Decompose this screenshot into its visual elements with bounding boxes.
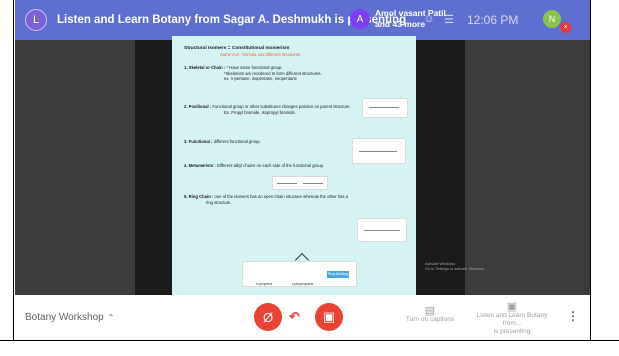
meeting-details-button[interactable]: Botany Workshop ⌃ — [25, 312, 114, 323]
functional-isomer-diagram — [272, 176, 328, 190]
slide-item: 5. Ring Chain : one of the isomers has a… — [184, 194, 349, 205]
slide-item: 1. Skeletal or Chain : * Have same funct… — [184, 65, 322, 82]
more-options-icon[interactable]: ⋮ — [567, 309, 579, 323]
self-avatar: N — [543, 10, 561, 28]
captions-button[interactable]: ▤ Turn on captions — [385, 305, 475, 324]
chevron-up-icon: ⌃ — [107, 313, 115, 322]
presenting-button[interactable]: ▣ Listen and Learn Botany from... is pre… — [467, 301, 557, 336]
present-screen-icon: ▣ — [506, 301, 518, 313]
phone-hangup-icon: ↶ — [289, 309, 300, 324]
people-icon[interactable]: ☺ — [421, 12, 437, 26]
shared-slide: Structural Isomers = Constitutional Isom… — [172, 36, 416, 299]
metamer-diagram — [357, 218, 407, 242]
camera-toggle-button[interactable]: ▣ — [315, 303, 343, 331]
positional-isomer-diagram — [352, 138, 406, 164]
mic-off-icon: Ø — [262, 309, 274, 325]
ring-caption-left: n-propene — [256, 282, 273, 286]
bottom-control-bar: Botany Workshop ⌃ Ø ↶ ▣ ▤ Turn on caption… — [15, 295, 590, 340]
captions-icon: ▤ — [424, 305, 436, 317]
ring-caption-right: cyclopropane — [292, 282, 314, 286]
left-margin — [0, 0, 14, 356]
participant-avatar[interactable]: A — [350, 9, 370, 29]
clock: 12:06 PM — [467, 13, 519, 27]
chain-isomer-diagram — [362, 98, 408, 118]
mic-off-icon: × — [560, 22, 571, 33]
chat-icon[interactable]: ☰ — [441, 12, 457, 26]
camera-off-icon: ▣ — [322, 309, 336, 324]
activate-windows-watermark: Activate Windows Go to Settings to activ… — [425, 262, 485, 271]
ring-chip: Ring Marking — [327, 271, 349, 278]
meeting-window: L Listen and Learn Botany from Sagar A. … — [15, 0, 590, 340]
end-call-button[interactable]: ↶ — [289, 309, 300, 325]
presenter-avatar: L — [25, 9, 47, 31]
bottom-margin — [0, 340, 619, 356]
right-margin — [590, 0, 619, 356]
mic-toggle-button[interactable]: Ø — [254, 303, 282, 331]
slide-subtitle: Same mol . formula and different structu… — [220, 51, 301, 57]
